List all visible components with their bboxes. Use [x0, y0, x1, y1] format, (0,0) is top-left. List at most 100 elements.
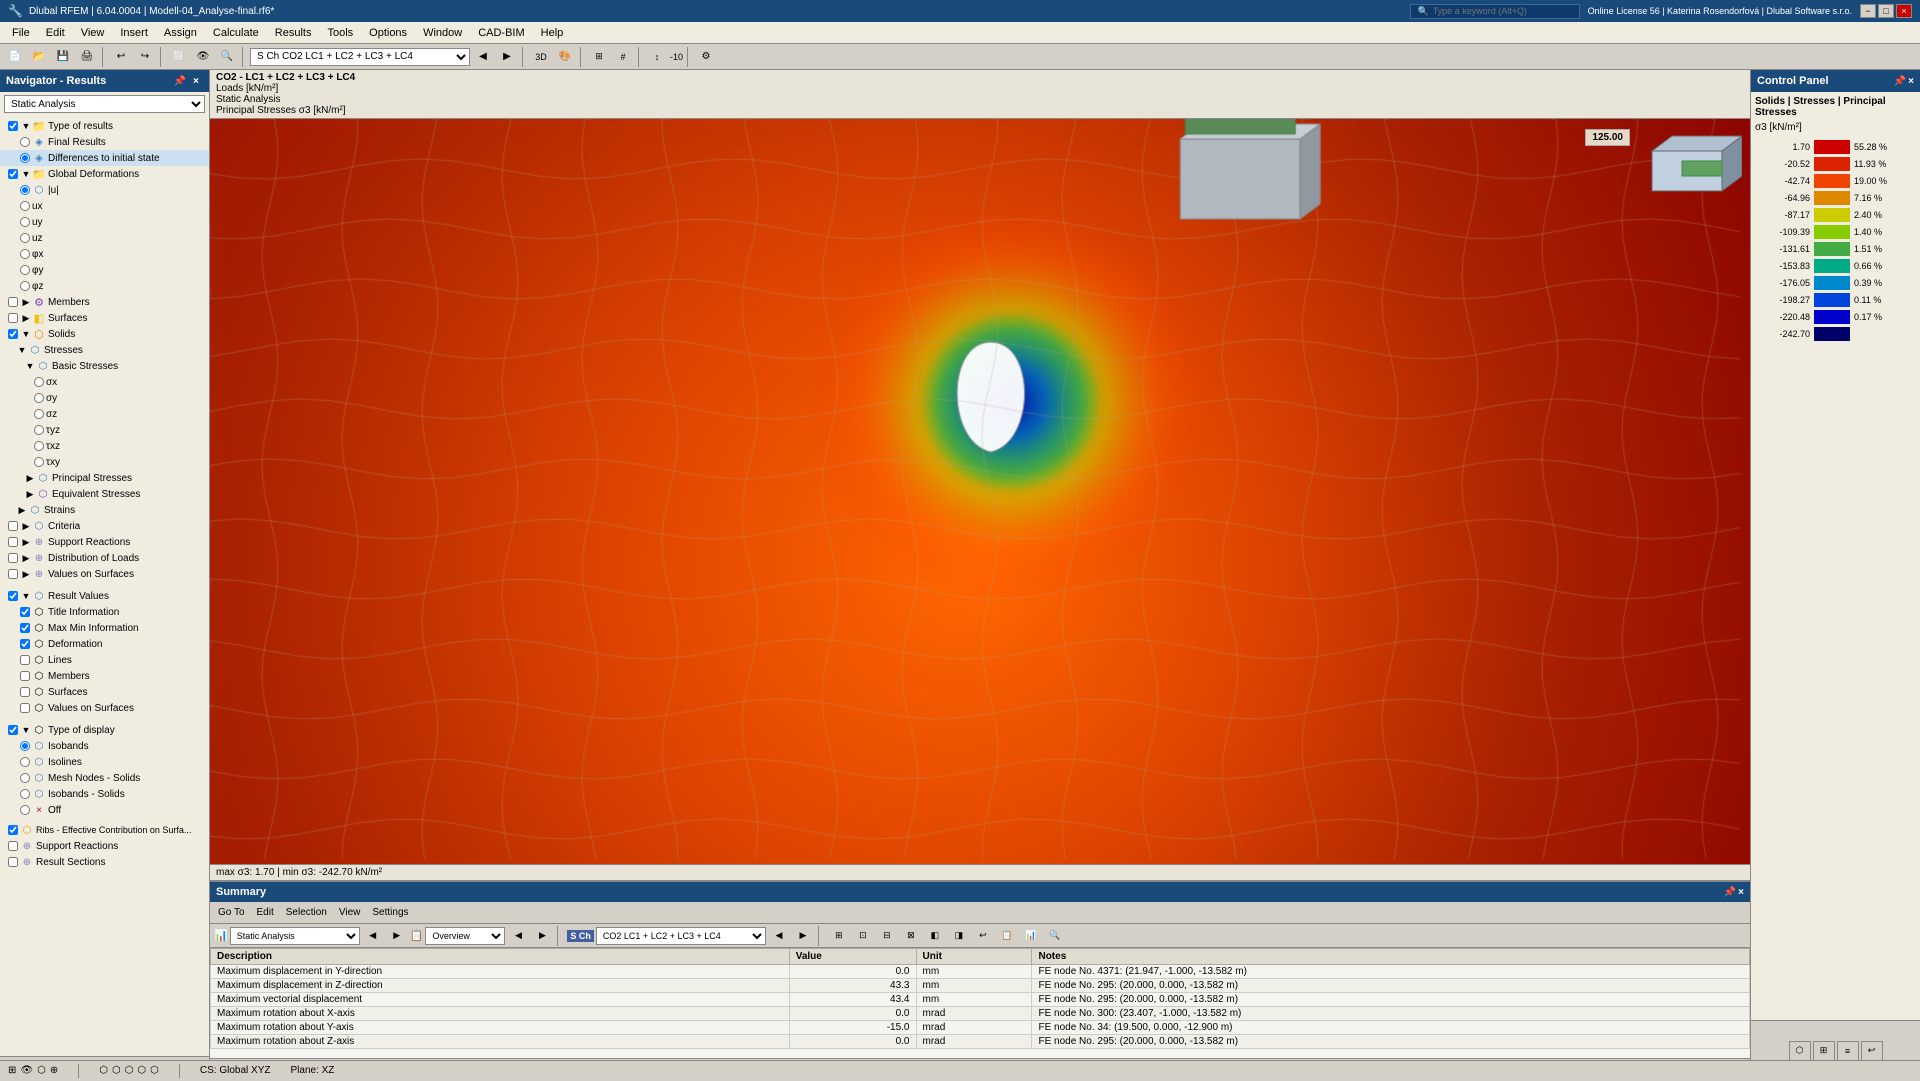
tau-yz-radio[interactable] [34, 425, 44, 435]
title-information-checkbox[interactable] [20, 607, 30, 617]
deform-phix-radio[interactable] [20, 249, 30, 259]
sigma-z-radio[interactable] [34, 409, 44, 419]
tree-sigma-y[interactable]: σy [0, 390, 209, 406]
menu-edit[interactable]: Edit [38, 25, 73, 41]
solids-checkbox[interactable] [8, 329, 18, 339]
table-row[interactable]: Maximum displacement in Y-direction 0.0 … [211, 965, 1750, 979]
print-button[interactable]: 🖨 [76, 46, 98, 68]
col-notes[interactable]: Notes [1032, 949, 1750, 965]
tree-deform-ux[interactable]: ux [0, 198, 209, 214]
table-row[interactable]: Maximum vectorial displacement 43.4 mm F… [211, 993, 1750, 1007]
result-values-checkbox[interactable] [8, 591, 18, 601]
members-checkbox[interactable] [8, 297, 18, 307]
summary-pin-icon[interactable]: 📌 [1724, 887, 1736, 898]
tree-solids[interactable]: ▼ ⬡ Solids [0, 326, 209, 342]
tree-isobands[interactable]: ⬡ Isobands [0, 738, 209, 754]
status-icon-1[interactable]: ⊞ [8, 1065, 16, 1076]
status-icon-9[interactable]: ⬡ [150, 1065, 159, 1076]
summary-analysis-combo[interactable]: Static Analysis [230, 927, 360, 945]
tree-stresses[interactable]: ▼ ⬡ Stresses [0, 342, 209, 358]
tree-result-sections[interactable]: ⊕ Result Sections [0, 854, 209, 870]
members-rv-checkbox[interactable] [20, 671, 30, 681]
nav-close-button[interactable]: × [189, 74, 203, 88]
isolines-radio[interactable] [20, 757, 30, 767]
summary-tb4[interactable]: ⊠ [900, 925, 922, 947]
tree-deformation-item[interactable]: ⬡ Deformation [0, 636, 209, 652]
summary-tb8[interactable]: 📋 [996, 925, 1018, 947]
isobands-solids-radio[interactable] [20, 789, 30, 799]
isobands-radio[interactable] [20, 741, 30, 751]
status-icon-4[interactable]: ⊕ [50, 1065, 58, 1076]
table-row[interactable]: Maximum rotation about Y-axis -15.0 mrad… [211, 1021, 1750, 1035]
summary-goto[interactable]: Go To [214, 906, 249, 919]
type-of-results-checkbox[interactable] [8, 121, 18, 131]
summary-load-prev[interactable]: ◀ [768, 925, 790, 947]
result-sections-checkbox[interactable] [8, 857, 18, 867]
summary-tb10[interactable]: 🔍 [1044, 925, 1066, 947]
table-row[interactable]: Maximum displacement in Z-direction 43.3… [211, 979, 1750, 993]
tree-criteria[interactable]: ▶ ⬡ Criteria [0, 518, 209, 534]
surfaces-checkbox[interactable] [8, 313, 18, 323]
status-icon-2[interactable]: 👁 [20, 1065, 33, 1076]
tree-deform-phix[interactable]: φx [0, 246, 209, 262]
lines-checkbox[interactable] [20, 655, 30, 665]
tree-distribution-of-loads[interactable]: ▶ ⊕ Distribution of Loads [0, 550, 209, 566]
tree-off[interactable]: × Off [0, 802, 209, 818]
next-case-button[interactable]: ▶ [496, 46, 518, 68]
stresses-toggle[interactable]: ▼ [16, 344, 28, 356]
deform-u-radio[interactable] [20, 185, 30, 195]
tree-isobands-solids[interactable]: ⬡ Isobands - Solids [0, 786, 209, 802]
view-button[interactable]: 👁 [192, 46, 214, 68]
status-icon-6[interactable]: ⬡ [112, 1065, 121, 1076]
summary-prev-button[interactable]: ◀ [362, 925, 384, 947]
menu-tools[interactable]: Tools [319, 25, 361, 41]
differences-radio[interactable] [20, 153, 30, 163]
deform-button[interactable]: ↕ [646, 46, 668, 68]
values-on-surfaces-toggle[interactable]: ▶ [20, 568, 32, 580]
tree-ribs[interactable]: ⬡ Ribs - Effective Contribution on Surfa… [0, 822, 209, 838]
new-button[interactable]: 📄 [4, 46, 26, 68]
summary-selection[interactable]: Selection [282, 906, 331, 919]
summary-tb6[interactable]: ◨ [948, 925, 970, 947]
deform-phiz-radio[interactable] [20, 281, 30, 291]
tree-maxmin-information[interactable]: ⬡ Max Min Information [0, 620, 209, 636]
deform-uy-radio[interactable] [20, 217, 30, 227]
menu-calculate[interactable]: Calculate [205, 25, 267, 41]
members-toggle[interactable]: ▶ [20, 296, 32, 308]
tree-deform-phiy[interactable]: φy [0, 262, 209, 278]
global-search-input[interactable] [1433, 6, 1573, 16]
support-reactions-2-checkbox[interactable] [8, 841, 18, 851]
menu-results[interactable]: Results [267, 25, 320, 41]
menu-insert[interactable]: Insert [112, 25, 156, 41]
surfaces-toggle[interactable]: ▶ [20, 312, 32, 324]
type-of-display-toggle[interactable]: ▼ [20, 724, 32, 736]
global-deformations-toggle[interactable]: ▼ [20, 168, 32, 180]
basic-stresses-toggle[interactable]: ▼ [24, 360, 36, 372]
tree-surfaces-item[interactable]: ⬡ Surfaces [0, 684, 209, 700]
tree-surfaces[interactable]: ▶ ◧ Surfaces [0, 310, 209, 326]
sigma-x-radio[interactable] [34, 377, 44, 387]
surfaces-rv-checkbox[interactable] [20, 687, 30, 697]
cp-pin[interactable]: 📌 [1894, 76, 1906, 87]
prev-case-button[interactable]: ◀ [472, 46, 494, 68]
maximize-button[interactable]: □ [1878, 4, 1894, 18]
table-row[interactable]: Maximum rotation about X-axis 0.0 mrad F… [211, 1007, 1750, 1021]
tree-deform-phiz[interactable]: φz [0, 278, 209, 294]
grid-button[interactable]: # [612, 46, 634, 68]
tree-type-of-results[interactable]: ▼ 📁 Type of results [0, 118, 209, 134]
values-surfaces-rv-checkbox[interactable] [20, 703, 30, 713]
select-button[interactable]: ⬜ [168, 46, 190, 68]
cp-close[interactable]: × [1908, 76, 1914, 87]
deformation-checkbox[interactable] [20, 639, 30, 649]
summary-edit[interactable]: Edit [253, 906, 278, 919]
status-icon-5[interactable]: ⬡ [99, 1065, 108, 1076]
cp-btn-1[interactable]: ⬡ [1789, 1041, 1811, 1061]
menu-view[interactable]: View [73, 25, 113, 41]
result-values-toggle[interactable]: ▼ [20, 590, 32, 602]
summary-view-combo[interactable]: Overview [425, 927, 505, 945]
tree-support-reactions[interactable]: ▶ ⊕ Support Reactions [0, 534, 209, 550]
tree-basic-stresses[interactable]: ▼ ⬡ Basic Stresses [0, 358, 209, 374]
tree-principal-stresses[interactable]: ▶ ⬡ Principal Stresses [0, 470, 209, 486]
summary-tb7[interactable]: ↩ [972, 925, 994, 947]
save-button[interactable]: 💾 [52, 46, 74, 68]
